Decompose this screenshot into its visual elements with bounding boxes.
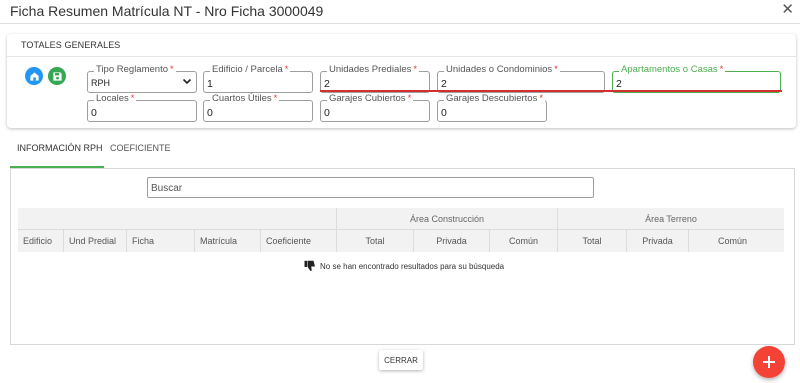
save-icon (52, 71, 62, 81)
col-coeficiente[interactable]: Coeficiente (260, 230, 336, 252)
unidades-condominios-value: 2 (441, 78, 447, 90)
col-construccion-comun[interactable]: Común (489, 230, 557, 252)
locales-value: 0 (91, 107, 97, 119)
tipo-reglamento-label: Tipo Reglamento (96, 64, 168, 75)
group-area-construccion: Área Construcción (336, 208, 557, 230)
col-terreno-privada[interactable]: Privada (626, 230, 688, 252)
col-matricula[interactable]: Matrícula (194, 230, 260, 252)
edificio-field[interactable]: Edificio / Parcela * 1 (203, 64, 313, 93)
garajes-descubiertos-value: 0 (441, 107, 447, 119)
unidades-prediales-label: Unidades Prediales (329, 64, 412, 75)
empty-state: No se han encontrado resultados para su … (304, 260, 504, 272)
tipo-reglamento-select[interactable]: Tipo Reglamento * RPH (87, 64, 197, 93)
validation-underline (320, 90, 782, 92)
garajes-descubiertos-label: Garajes Descubiertos (446, 93, 538, 104)
edificio-label: Edificio / Parcela (212, 64, 283, 75)
add-fab-button[interactable] (753, 346, 785, 378)
col-construccion-privada[interactable]: Privada (413, 230, 489, 252)
tab-coeficiente[interactable]: COEFICIENTE (110, 143, 171, 153)
garajes-cubiertos-field[interactable]: Garajes Cubiertos * 0 (320, 93, 430, 122)
search-placeholder: Buscar (151, 183, 183, 194)
empty-message: No se han encontrado resultados para su … (320, 261, 505, 271)
cuartos-utiles-label: Cuartos Útiles (212, 93, 272, 104)
home-button[interactable] (25, 67, 43, 85)
col-terreno-comun[interactable]: Común (688, 230, 776, 252)
apartamentos-label: Apartamentos o Casas (621, 64, 718, 75)
dialog-title: Ficha Resumen Matrícula NT - Nro Ficha 3… (10, 3, 324, 19)
plus-icon (763, 356, 775, 368)
locales-label: Locales (96, 93, 129, 104)
unidades-prediales-value: 2 (324, 78, 330, 90)
unidades-condominios-label: Unidades o Condominios (446, 64, 553, 75)
save-button[interactable] (48, 67, 66, 85)
garajes-cubiertos-value: 0 (324, 107, 330, 119)
cerrar-button[interactable]: CERRAR (379, 350, 423, 370)
group-header-row: Área Construcción Área Terreno (18, 208, 784, 230)
col-edificio[interactable]: Edificio (18, 230, 63, 252)
garajes-descubiertos-field[interactable]: Garajes Descubiertos * 0 (437, 93, 547, 122)
edificio-value: 1 (207, 78, 213, 90)
locales-field[interactable]: Locales * 0 (87, 93, 197, 122)
tab-informacion-rph[interactable]: INFORMACIÓN RPH (17, 143, 103, 153)
dialog-header: Ficha Resumen Matrícula NT - Nro Ficha 3… (0, 0, 800, 24)
column-header-row: Edificio Und Predial Ficha Matrícula Coe… (18, 230, 784, 252)
group-area-terreno: Área Terreno (557, 208, 784, 230)
results-table-header: Área Construcción Área Terreno Edificio … (18, 208, 784, 252)
divider (7, 56, 796, 57)
tipo-reglamento-value: RPH (91, 78, 111, 88)
close-icon[interactable]: ✕ (781, 0, 794, 18)
thumbs-down-icon (304, 260, 315, 271)
search-input[interactable]: Buscar (147, 177, 594, 198)
col-construccion-total[interactable]: Total (336, 230, 413, 252)
cuartos-utiles-value: 0 (207, 107, 213, 119)
col-terreno-total[interactable]: Total (557, 230, 626, 252)
cuartos-utiles-field[interactable]: Cuartos Útiles * 0 (203, 93, 313, 122)
col-und-predial[interactable]: Und Predial (63, 230, 126, 252)
garajes-cubiertos-label: Garajes Cubiertos (329, 93, 406, 104)
totales-title: TOTALES GENERALES (21, 40, 121, 50)
home-icon (29, 71, 39, 81)
chevron-down-icon (182, 78, 192, 85)
col-ficha[interactable]: Ficha (126, 230, 194, 252)
apartamentos-value: 2 (616, 78, 622, 90)
